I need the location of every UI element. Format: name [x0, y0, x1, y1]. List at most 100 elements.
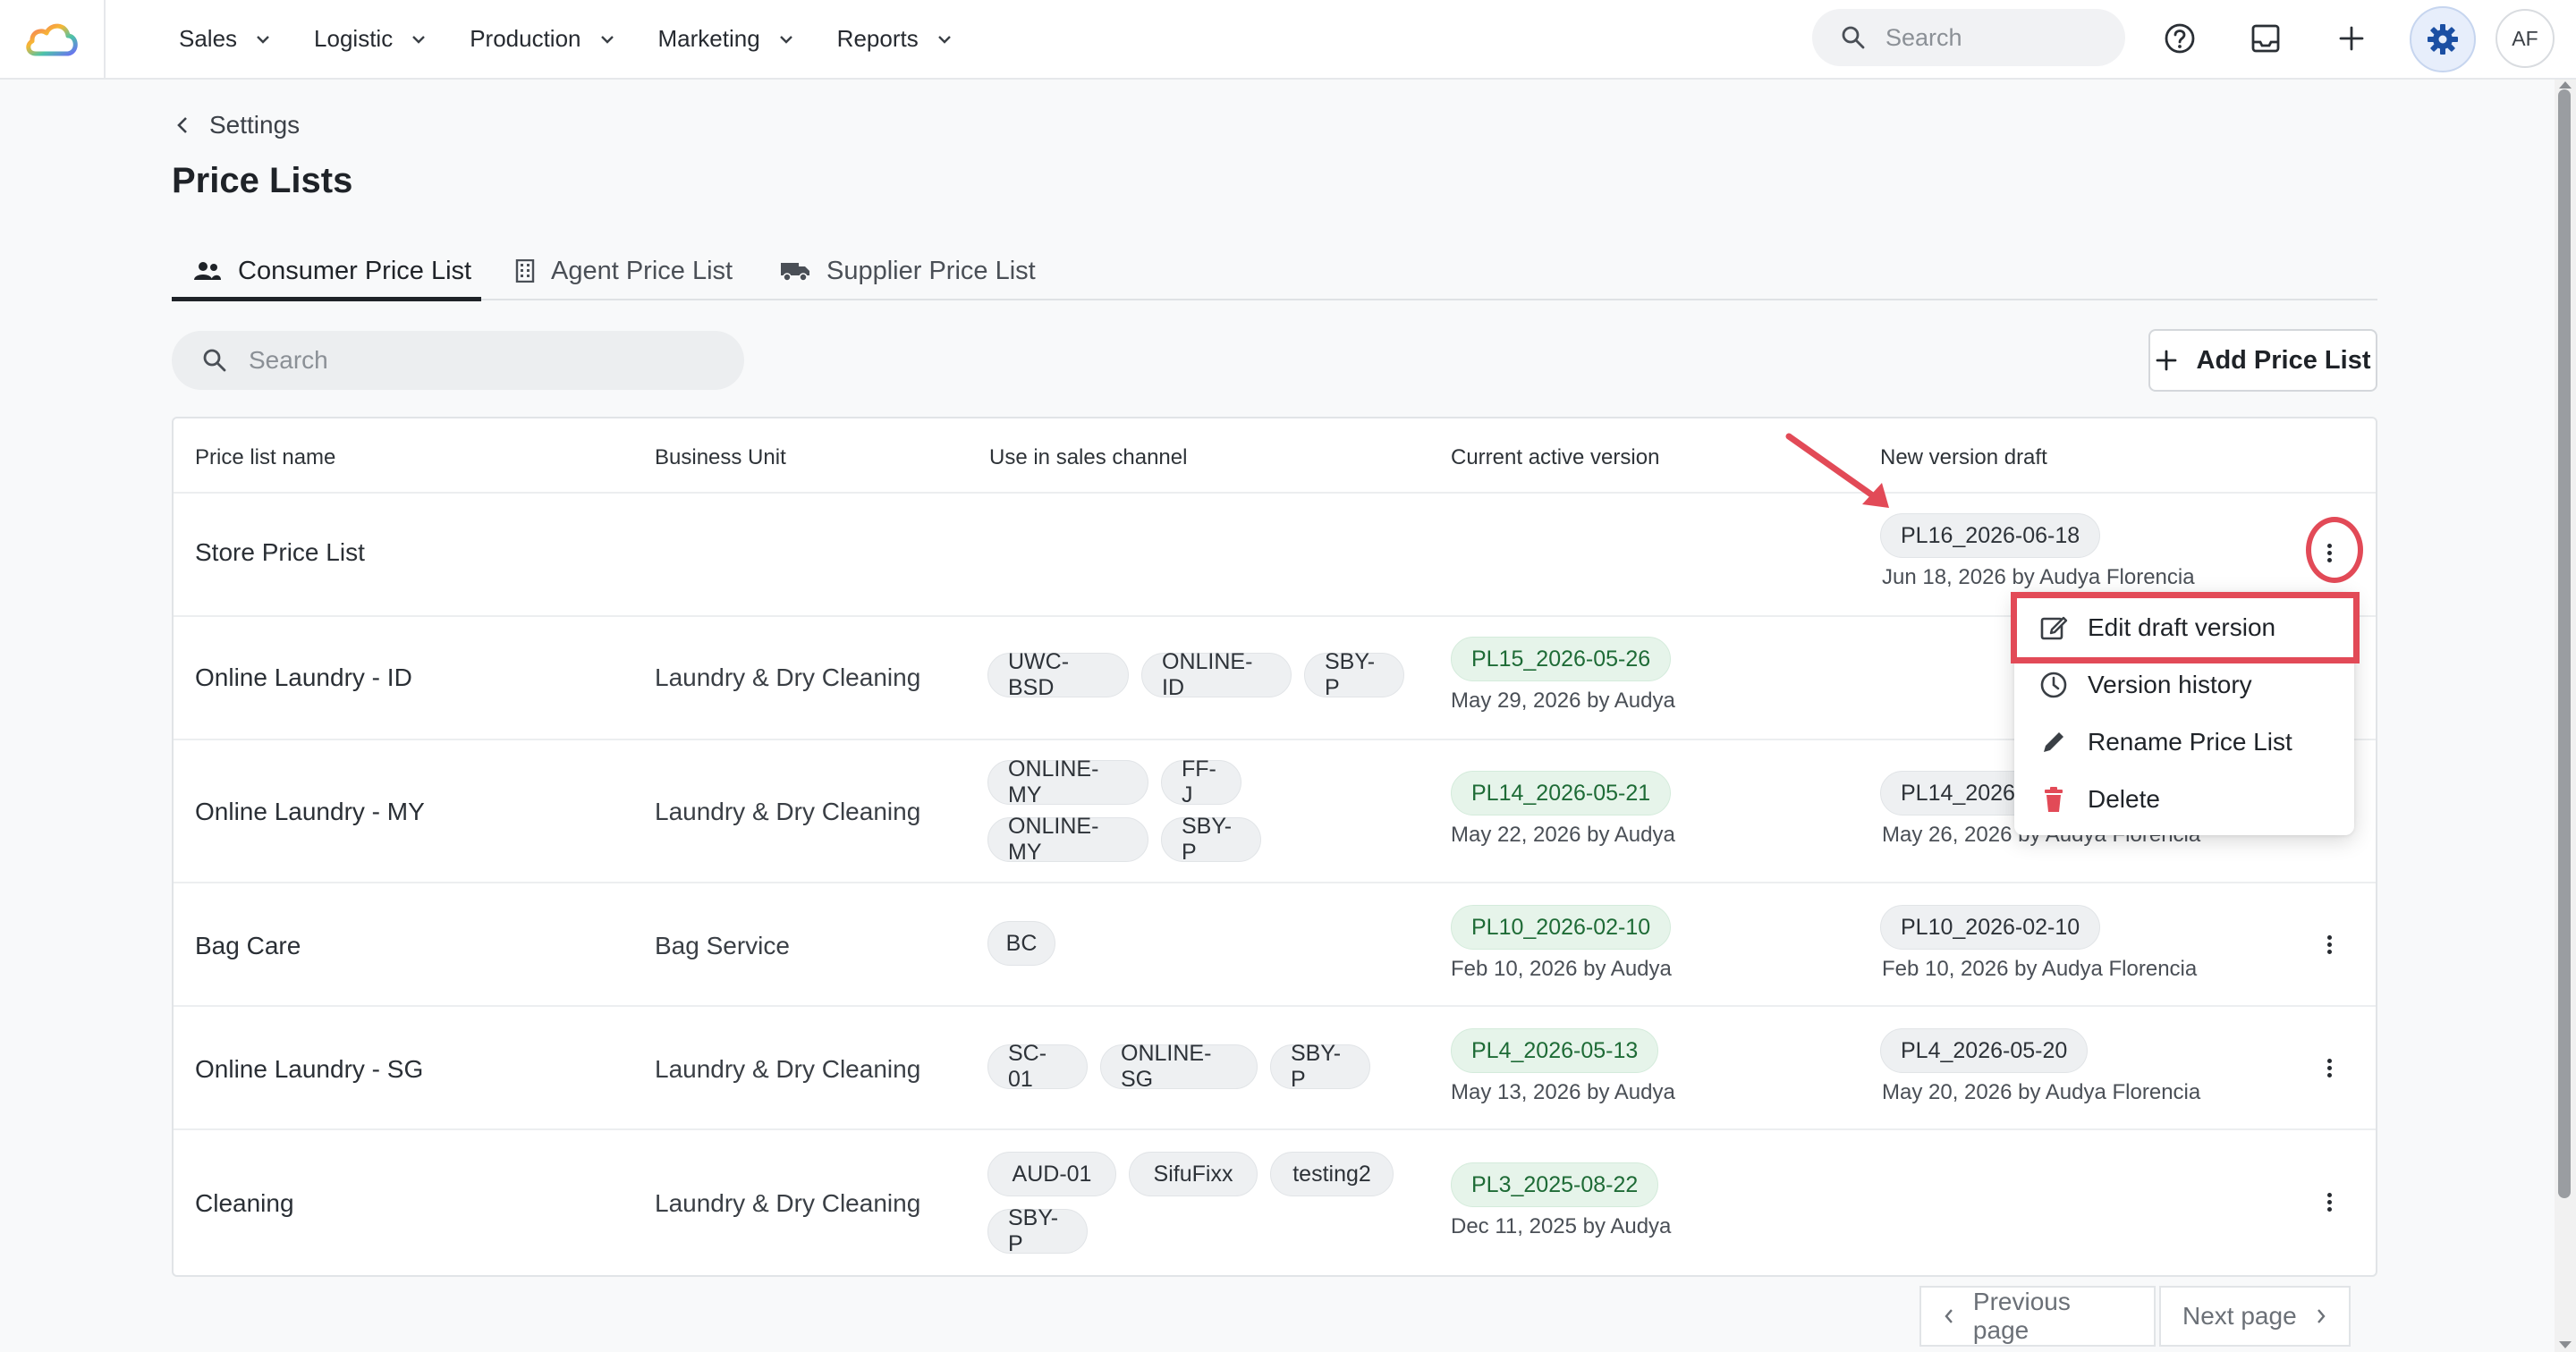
row-business-unit: Bag Service: [655, 932, 790, 959]
draft-version-chip: PL16_2026-06-18: [1880, 513, 2101, 558]
chevron-down-icon: [412, 35, 426, 44]
global-search[interactable]: [1812, 9, 2125, 66]
breadcrumb[interactable]: Settings: [175, 111, 300, 139]
chevron-down-icon: [257, 35, 269, 44]
menu-rename-price-list[interactable]: Rename Price List: [2039, 715, 2292, 769]
nav-label: Marketing: [657, 25, 760, 52]
channel-chip: ONLINE-ID: [1141, 649, 1292, 700]
row-name: Online Laundry - MY: [195, 798, 425, 825]
nav-production[interactable]: Production: [470, 25, 616, 53]
row-business-unit: Laundry & Dry Cleaning: [655, 1055, 921, 1083]
active-version-chip: PL4_2026-05-13: [1451, 1028, 1659, 1073]
nav-marketing[interactable]: Marketing: [658, 25, 796, 53]
nav-label: Production: [470, 25, 581, 52]
active-version-chip: PL10_2026-02-10: [1451, 905, 1672, 950]
tab-agent-price-list[interactable]: Agent Price List: [515, 241, 733, 300]
tab-consumer-price-list[interactable]: Consumer Price List: [193, 241, 471, 300]
menu-item-label: Version history: [2088, 671, 2252, 698]
scroll-down-icon[interactable]: [2559, 1341, 2572, 1348]
price-list-tabs: Consumer Price List Agent Price List Sup…: [172, 241, 2377, 301]
next-page-button[interactable]: Next page: [2159, 1286, 2351, 1347]
row-divider: [174, 1128, 2376, 1130]
price-list-table: Price list name Business Unit Use in sal…: [172, 417, 2377, 1277]
clock-icon: [2040, 672, 2067, 698]
plus-icon: [2339, 26, 2364, 51]
row-name: Bag Care: [195, 932, 301, 959]
chevron-down-icon: [937, 35, 951, 44]
nav-reports[interactable]: Reports: [837, 25, 954, 53]
row-actions-button[interactable]: [2311, 926, 2347, 962]
channel-chip: ONLINE-MY: [987, 814, 1148, 865]
row-name: Online Laundry - SG: [195, 1055, 424, 1083]
help-icon: [2165, 23, 2195, 54]
plus-icon: [2156, 350, 2176, 371]
channel-chip: SC-01: [987, 1041, 1088, 1092]
next-page-label: Next page: [2182, 1302, 2297, 1330]
pencil-icon: [2044, 732, 2063, 752]
row-business-unit: Laundry & Dry Cleaning: [655, 798, 921, 825]
inbox-icon: [2251, 24, 2280, 53]
row-actions-button[interactable]: [2311, 1050, 2347, 1086]
active-version-meta: May 13, 2026 by Audya: [1451, 1080, 1675, 1104]
building-icon: [515, 259, 535, 283]
price-list-search-input[interactable]: [249, 346, 714, 375]
active-version-chip: PL14_2026-05-21: [1451, 771, 1672, 815]
add-price-list-button[interactable]: Add Price List: [2148, 329, 2377, 392]
menu-delete[interactable]: Delete: [2039, 773, 2160, 826]
row-actions-button[interactable]: [2311, 1184, 2347, 1220]
annotation-arrow-icon: [1785, 433, 1889, 508]
column-header-name: Price list name: [195, 445, 336, 469]
draft-version-chip: PL10_2026-02-10: [1880, 905, 2101, 950]
menu-item-label: Delete: [2088, 785, 2160, 813]
column-header-draft-version: New version draft: [1880, 445, 2047, 469]
settings-button[interactable]: [2410, 6, 2476, 72]
channel-chip: UWC-BSD: [987, 649, 1129, 700]
active-version-meta: Feb 10, 2026 by Audya: [1451, 957, 1672, 981]
row-business-unit: Laundry & Dry Cleaning: [655, 1189, 921, 1217]
draft-version-meta: May 20, 2026 by Audya Florencia: [1882, 1080, 2201, 1104]
tab-label: Consumer Price List: [238, 256, 472, 285]
channel-chip: ONLINE-MY: [987, 756, 1148, 807]
previous-page-button[interactable]: Previous page: [1919, 1286, 2156, 1347]
avatar[interactable]: AF: [2496, 9, 2555, 68]
nav-sales[interactable]: Sales: [179, 25, 273, 53]
active-version-chip: PL15_2026-05-26: [1451, 637, 1672, 681]
global-search-input[interactable]: [1885, 23, 2100, 52]
channel-chip: SifuFixx: [1129, 1152, 1258, 1196]
menu-item-label: Rename Price List: [2088, 728, 2292, 756]
active-version-meta: May 29, 2026 by Audya: [1451, 689, 1675, 713]
draft-version-meta: Jun 18, 2026 by Audya Florencia: [1882, 565, 2195, 589]
chevron-right-icon: [2317, 1309, 2326, 1323]
main-menu: Sales Logistic Production Marketing Repo…: [179, 0, 996, 78]
active-version-meta: Dec 11, 2025 by Audya: [1451, 1214, 1672, 1238]
add-button[interactable]: [2325, 12, 2378, 65]
tab-supplier-price-list[interactable]: Supplier Price List: [780, 241, 1036, 300]
breadcrumb-settings[interactable]: Settings: [209, 111, 300, 139]
trash-icon: [2045, 787, 2063, 812]
channel-chip: AUD-01: [987, 1152, 1116, 1196]
help-button[interactable]: [2153, 12, 2207, 65]
nav-logistic[interactable]: Logistic: [314, 25, 428, 53]
previous-page-label: Previous page: [1972, 1288, 2071, 1344]
row-name: Online Laundry - ID: [195, 663, 412, 691]
menu-version-history[interactable]: Version history: [2039, 658, 2252, 712]
column-header-active-version: Current active version: [1451, 445, 1660, 469]
scroll-up-icon[interactable]: [2559, 81, 2572, 89]
channel-chip: SBY-P: [1161, 814, 1261, 865]
avatar-initials: AF: [2512, 26, 2538, 50]
more-vertical-icon: [2326, 1057, 2332, 1078]
search-icon: [1842, 26, 1865, 49]
active-version-meta: May 22, 2026 by Audya: [1451, 823, 1675, 847]
more-vertical-icon: [2326, 1191, 2332, 1213]
channel-chip: ONLINE-SG: [1100, 1041, 1258, 1092]
search-icon: [203, 349, 226, 372]
scrollbar-thumb[interactable]: [2558, 89, 2571, 1198]
app-logo[interactable]: [0, 0, 106, 78]
inbox-button[interactable]: [2239, 12, 2292, 65]
draft-version-meta: Feb 10, 2026 by Audya Florencia: [1882, 957, 2198, 981]
draft-version-chip: PL4_2026-05-20: [1880, 1028, 2089, 1073]
active-version-chip: PL3_2025-08-22: [1451, 1162, 1659, 1207]
price-list-search[interactable]: [172, 331, 744, 390]
page-title: Price Lists: [172, 161, 353, 200]
column-header-sales-channel: Use in sales channel: [989, 445, 1188, 469]
